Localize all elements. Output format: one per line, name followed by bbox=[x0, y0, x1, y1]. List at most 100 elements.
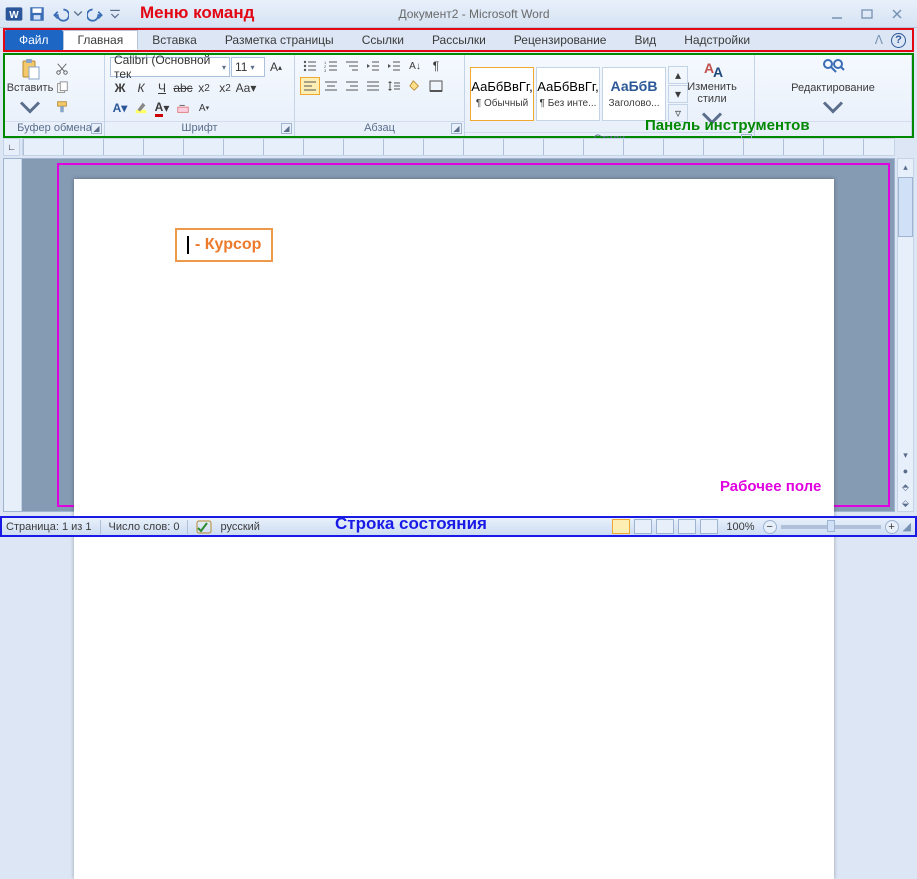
outline-view-icon[interactable] bbox=[678, 519, 696, 534]
strikethrough-icon[interactable]: abc bbox=[173, 79, 193, 97]
scroll-up-icon[interactable]: ▴ bbox=[898, 159, 913, 175]
scroll-thumb[interactable] bbox=[898, 177, 913, 237]
ribbon-panel: Вставить Буфер обмена◢ Calibri (Основной… bbox=[3, 53, 914, 138]
next-page-icon[interactable]: ⬙ bbox=[898, 495, 913, 511]
web-layout-view-icon[interactable] bbox=[656, 519, 674, 534]
paste-button[interactable]: Вставить bbox=[10, 57, 50, 119]
ribbon-minimize-icon[interactable]: ᐱ bbox=[875, 33, 883, 47]
qat-customize-icon[interactable] bbox=[109, 4, 121, 24]
resize-grip-icon[interactable]: ◢ bbox=[903, 520, 911, 533]
change-styles-button[interactable]: AA Изменить стили bbox=[684, 57, 740, 130]
shading-icon[interactable] bbox=[405, 77, 425, 95]
help-icon[interactable]: ? bbox=[891, 33, 906, 48]
styles-gallery-scroll[interactable]: ▴ ▾ ▿ bbox=[668, 66, 682, 122]
status-words[interactable]: Число слов: 0 bbox=[109, 521, 180, 533]
zoom-slider[interactable] bbox=[781, 525, 881, 529]
print-layout-view-icon[interactable] bbox=[612, 519, 630, 534]
zoom-slider-handle[interactable] bbox=[827, 520, 835, 532]
status-language[interactable]: русский bbox=[220, 521, 259, 533]
vertical-ruler[interactable] bbox=[4, 159, 22, 511]
grow-font-icon[interactable]: A▴ bbox=[266, 58, 286, 76]
group-label-font: Шрифт◢ bbox=[105, 121, 294, 136]
tab-references[interactable]: Ссылки bbox=[348, 30, 418, 50]
borders-icon[interactable] bbox=[426, 77, 446, 95]
scroll-down-icon[interactable]: ▾ bbox=[898, 447, 913, 463]
zoom-in-button[interactable]: + bbox=[885, 520, 899, 534]
tab-insert[interactable]: Вставка bbox=[138, 30, 211, 50]
style-normal[interactable]: АаБбВвГг, ¶ Обычный bbox=[470, 67, 534, 121]
cursor-annotation: - Курсор bbox=[175, 228, 273, 262]
clipboard-dialog-launcher-icon[interactable]: ◢ bbox=[91, 123, 102, 134]
change-case-icon[interactable]: Aa▾ bbox=[236, 79, 256, 97]
window-title: Документ2 - Microsoft Word bbox=[121, 7, 827, 21]
browse-object-icon[interactable]: ● bbox=[898, 463, 913, 479]
align-right-icon[interactable] bbox=[342, 77, 362, 95]
subscript-icon[interactable]: x2 bbox=[194, 79, 214, 97]
font-size-combo[interactable]: 11▾ bbox=[231, 57, 265, 77]
font-name-combo[interactable]: Calibri (Основной тек▾ bbox=[110, 57, 230, 77]
show-marks-icon[interactable]: ¶ bbox=[426, 57, 446, 75]
vertical-scrollbar[interactable]: ▴ ▾ ● ⬘ ⬙ bbox=[897, 158, 914, 512]
numbering-icon[interactable]: 123 bbox=[321, 57, 341, 75]
tab-addins[interactable]: Надстройки bbox=[670, 30, 764, 50]
prev-page-icon[interactable]: ⬘ bbox=[898, 479, 913, 495]
justify-icon[interactable] bbox=[363, 77, 383, 95]
paste-label: Вставить bbox=[7, 82, 54, 94]
group-editing: Редактирование bbox=[755, 55, 912, 136]
ruler-corner[interactable]: ∟ bbox=[3, 138, 20, 156]
ribbon-tabs: Файл Главная Вставка Разметка страницы С… bbox=[3, 28, 914, 52]
word-app-icon[interactable]: W bbox=[4, 4, 24, 24]
minimize-button[interactable] bbox=[827, 6, 847, 22]
align-center-icon[interactable] bbox=[321, 77, 341, 95]
save-icon[interactable] bbox=[27, 4, 47, 24]
tab-home[interactable]: Главная bbox=[63, 30, 139, 50]
tab-review[interactable]: Рецензирование bbox=[500, 30, 621, 50]
style-heading1[interactable]: АаБбВ Заголово... bbox=[602, 67, 666, 121]
status-page[interactable]: Страница: 1 из 1 bbox=[6, 521, 92, 533]
style-name-text: ¶ Обычный bbox=[476, 98, 528, 109]
underline-icon[interactable]: Ч bbox=[152, 79, 172, 97]
multilevel-list-icon[interactable] bbox=[342, 57, 362, 75]
font-dialog-launcher-icon[interactable]: ◢ bbox=[281, 123, 292, 134]
spellcheck-icon[interactable] bbox=[196, 520, 212, 534]
group-clipboard: Вставить Буфер обмена◢ bbox=[5, 55, 105, 136]
tab-layout[interactable]: Разметка страницы bbox=[211, 30, 348, 50]
bold-icon[interactable]: Ж bbox=[110, 79, 130, 97]
zoom-out-button[interactable]: − bbox=[763, 520, 777, 534]
horizontal-ruler[interactable] bbox=[22, 138, 895, 156]
sort-icon[interactable]: A↓ bbox=[405, 57, 425, 75]
format-painter-icon[interactable] bbox=[52, 98, 72, 116]
superscript-icon[interactable]: x2 bbox=[215, 79, 235, 97]
tab-file[interactable]: Файл bbox=[5, 30, 63, 50]
copy-icon[interactable] bbox=[52, 79, 72, 97]
zoom-level[interactable]: 100% bbox=[726, 521, 754, 533]
redo-icon[interactable] bbox=[86, 4, 106, 24]
align-left-icon[interactable] bbox=[300, 77, 320, 95]
canvas-area[interactable] bbox=[22, 159, 894, 511]
text-effects-icon[interactable]: A▾ bbox=[110, 99, 130, 117]
increase-indent-icon[interactable] bbox=[384, 57, 404, 75]
highlight-icon[interactable] bbox=[131, 99, 151, 117]
line-spacing-icon[interactable] bbox=[384, 77, 404, 95]
find-button[interactable]: Редактирование bbox=[788, 57, 878, 119]
font-color-icon[interactable]: A▾ bbox=[152, 99, 172, 117]
undo-icon[interactable] bbox=[50, 4, 70, 24]
tab-mailings[interactable]: Рассылки bbox=[418, 30, 500, 50]
cursor-annotation-label: - Курсор bbox=[195, 236, 261, 254]
group-styles: АаБбВвГг, ¶ Обычный АаБбВвГг, ¶ Без инте… bbox=[465, 55, 755, 136]
cut-icon[interactable] bbox=[52, 60, 72, 78]
close-button[interactable] bbox=[887, 6, 907, 22]
clear-formatting-icon[interactable] bbox=[173, 99, 193, 117]
status-bar: Страница: 1 из 1 Число слов: 0 русский 1… bbox=[0, 516, 917, 537]
fullscreen-reading-view-icon[interactable] bbox=[634, 519, 652, 534]
italic-icon[interactable]: К bbox=[131, 79, 151, 97]
bullets-icon[interactable] bbox=[300, 57, 320, 75]
tab-view[interactable]: Вид bbox=[620, 30, 670, 50]
style-nospacing[interactable]: АаБбВвГг, ¶ Без инте... bbox=[536, 67, 600, 121]
decrease-indent-icon[interactable] bbox=[363, 57, 383, 75]
undo-dropdown-icon[interactable] bbox=[73, 4, 83, 24]
paragraph-dialog-launcher-icon[interactable]: ◢ bbox=[451, 123, 462, 134]
shrink-font-icon[interactable]: A▾ bbox=[194, 99, 214, 117]
maximize-button[interactable] bbox=[857, 6, 877, 22]
draft-view-icon[interactable] bbox=[700, 519, 718, 534]
